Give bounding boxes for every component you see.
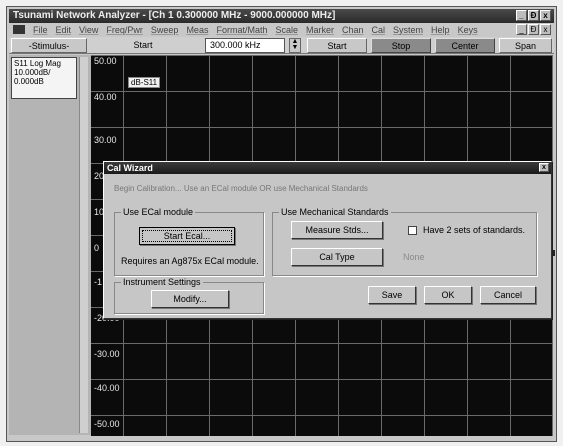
edge-marker (552, 250, 555, 256)
mechanical-standards-title: Use Mechanical Standards (279, 207, 391, 217)
grid-line (91, 415, 553, 416)
menu-freq-pwr[interactable]: Freq/Pwr (106, 25, 143, 35)
save-button[interactable]: Save (368, 286, 416, 304)
menu-system[interactable]: System (393, 25, 423, 35)
grid-line (91, 379, 553, 380)
trace-name-label[interactable]: dB-S11 (128, 77, 161, 88)
dialog-close-icon[interactable]: x (539, 163, 549, 172)
y-axis-label: -30.00 (94, 349, 120, 359)
span-button[interactable]: Span (499, 38, 552, 53)
y-axis-label: -50.00 (94, 419, 120, 429)
two-sets-checkbox[interactable] (408, 226, 417, 235)
ecal-group-title: Use ECal module (121, 207, 196, 217)
y-axis-label: -40.00 (94, 383, 120, 393)
ecal-requirement-text: Requires an Ag875x ECal module. (121, 256, 259, 266)
start-ecal-button[interactable]: Start Ecal... (139, 227, 235, 245)
instrument-settings-title: Instrument Settings (121, 277, 203, 287)
ok-button[interactable]: OK (424, 286, 472, 304)
stimulus-label: -Stimulus- (11, 38, 87, 53)
menu-meas[interactable]: Meas (186, 25, 208, 35)
start-label: Start (133, 40, 153, 50)
mechanical-standards-group: Use Mechanical Standards Measure Stds...… (272, 207, 537, 276)
grid-line (91, 127, 553, 128)
modify-button[interactable]: Modify... (151, 290, 229, 308)
document-icon[interactable] (13, 25, 25, 34)
dialog-intro-text: Begin Calibration... Use an ECal module … (114, 184, 368, 193)
cancel-button[interactable]: Cancel (480, 286, 536, 304)
trace-reference: 0.000dB (14, 77, 44, 86)
restore-button[interactable]: Ɖ (528, 10, 539, 21)
center-button[interactable]: Center (435, 38, 495, 53)
start-button[interactable]: Start (307, 38, 367, 53)
start-frequency-input[interactable]: 300.000 kHz (205, 38, 285, 53)
dialog-titlebar: Cal Wizard x (104, 162, 551, 174)
cal-type-button[interactable]: Cal Type (291, 248, 383, 266)
trace-format: S11 Log Mag (14, 59, 61, 68)
window-titlebar: Tsunami Network Analyzer - [Ch 1 0.30000… (9, 9, 554, 23)
menu-cal[interactable]: Cal (372, 25, 386, 35)
menu-sweep[interactable]: Sweep (151, 25, 179, 35)
stimulus-toolbar: -Stimulus- Start 300.000 kHz ▲ ▼ Start St… (9, 37, 554, 54)
menu-view[interactable]: View (79, 25, 98, 35)
close-button[interactable]: x (540, 10, 551, 21)
doc-minimize-button[interactable]: _ (516, 24, 527, 35)
ecal-group: Use ECal module Start Ecal... Requires a… (114, 207, 264, 276)
menu-file[interactable]: File (33, 25, 48, 35)
menu-help[interactable]: Help (431, 25, 450, 35)
trace-sidebar: S11 Log Mag 10.000dB/ 0.000dB (9, 55, 91, 435)
trace-info-card[interactable]: S11 Log Mag 10.000dB/ 0.000dB (11, 57, 77, 99)
menu-keys[interactable]: Keys (458, 25, 478, 35)
cal-type-value: None (403, 252, 425, 262)
cal-wizard-dialog: Cal Wizard x Begin Calibration... Use an… (103, 161, 552, 319)
minimize-button[interactable]: _ (516, 10, 527, 21)
menubar: File Edit View Freq/Pwr Sweep Meas Forma… (9, 23, 554, 36)
stop-button[interactable]: Stop (371, 38, 431, 53)
two-sets-label: Have 2 sets of standards. (423, 225, 526, 235)
grid-line (91, 91, 553, 92)
doc-restore-button[interactable]: Ɖ (528, 24, 539, 35)
start-frequency-spinner[interactable]: ▲ ▼ (289, 38, 301, 53)
menu-chan[interactable]: Chan (342, 25, 364, 35)
sidebar-scrollbar[interactable] (79, 57, 88, 433)
menu-edit[interactable]: Edit (56, 25, 72, 35)
y-axis-label: -1 (94, 277, 103, 287)
dialog-title: Cal Wizard (107, 163, 153, 173)
instrument-settings-group: Instrument Settings Modify... (114, 277, 264, 314)
y-axis-label: 30.00 (94, 135, 117, 145)
y-axis-label: 40.00 (94, 92, 117, 102)
trace-scale: 10.000dB/ (14, 68, 51, 77)
y-axis-label: 50.00 (94, 56, 117, 66)
doc-close-button[interactable]: x (540, 24, 551, 35)
window-title: Tsunami Network Analyzer - [Ch 1 0.30000… (13, 10, 336, 21)
menu-marker[interactable]: Marker (306, 25, 334, 35)
grid-line (91, 55, 553, 56)
measure-stds-button[interactable]: Measure Stds... (291, 221, 383, 239)
menu-format-math[interactable]: Format/Math (216, 25, 267, 35)
menu-scale[interactable]: Scale (275, 25, 298, 35)
grid-line (91, 343, 553, 344)
y-axis-label: 0 (94, 243, 100, 253)
